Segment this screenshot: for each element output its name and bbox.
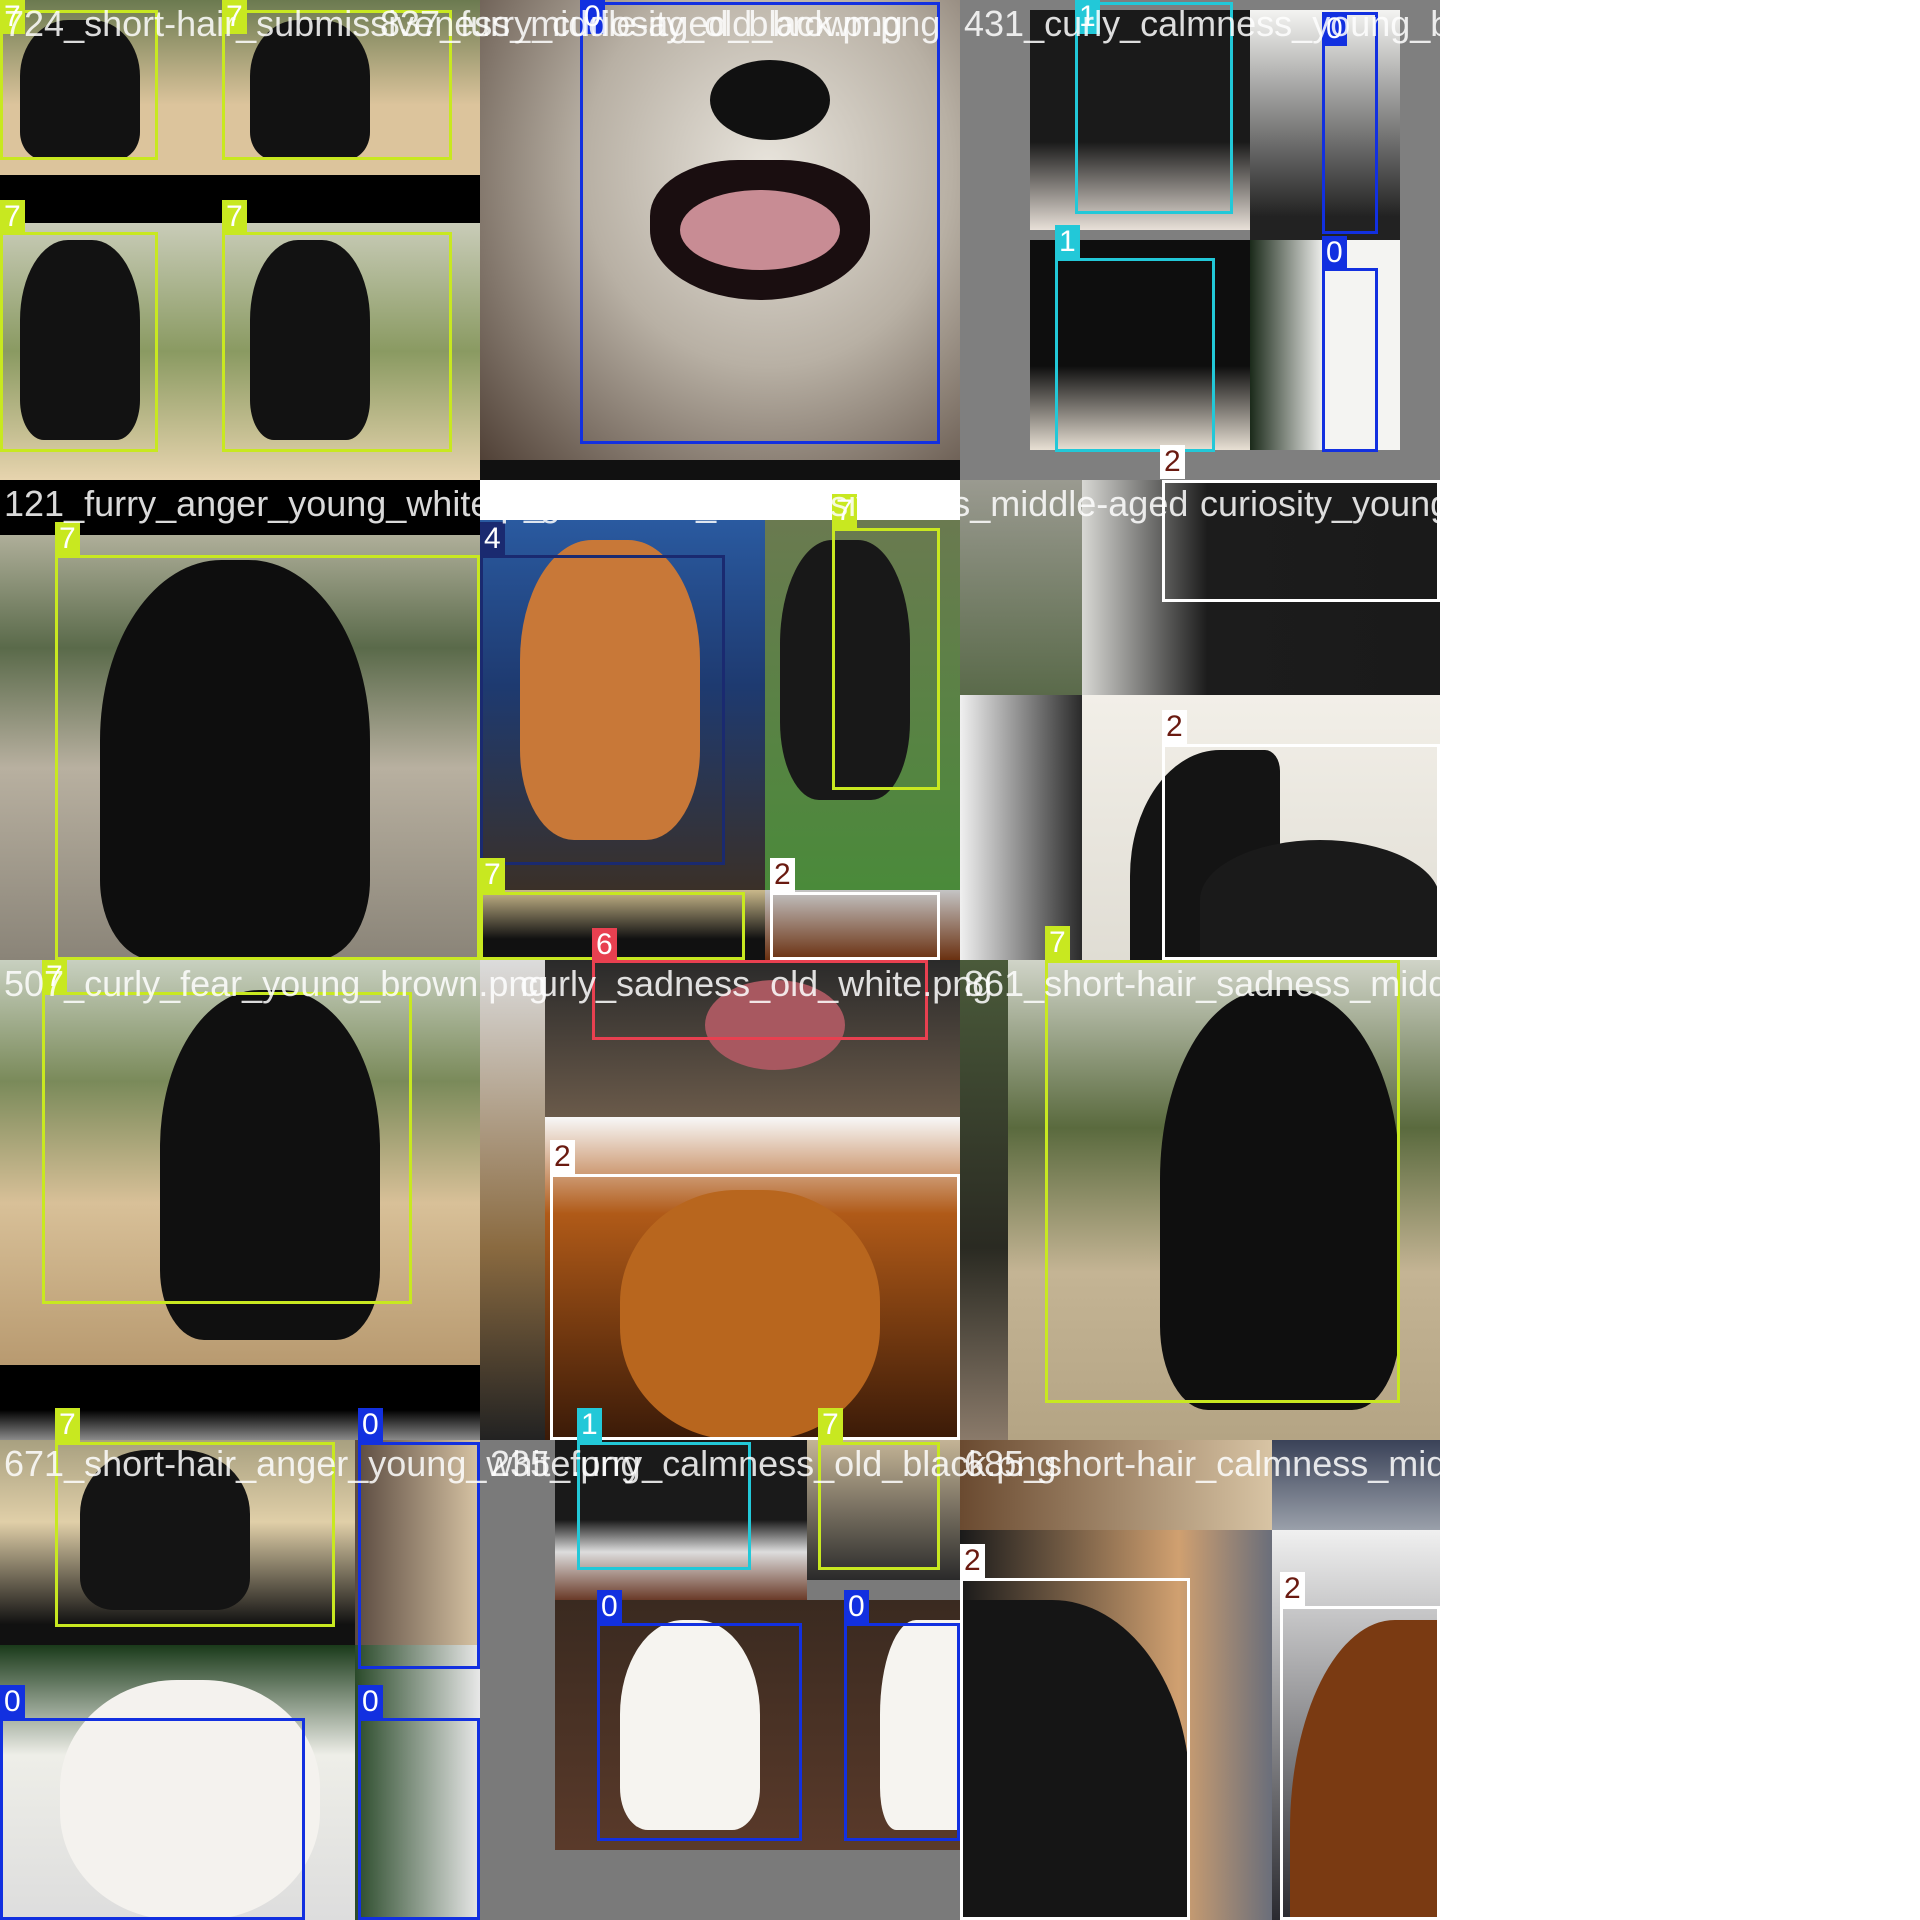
detection-box	[222, 10, 452, 160]
detection-box	[358, 1718, 480, 1920]
detection-label: 0	[0, 1685, 25, 1719]
detection-label: 6	[592, 928, 617, 962]
mosaic-tile-12: 2 2 685_short-hair_calmness_middle-aged_…	[960, 1440, 1670, 1920]
detection-label: 7	[818, 1408, 843, 1442]
detection-label: 2	[770, 858, 795, 892]
detection-box	[1045, 960, 1400, 1403]
detection-box	[770, 892, 940, 960]
detection-label: 2	[1160, 445, 1185, 479]
mosaic-tile-3: 1 0 1 0 2 431_curly_calmness_young_black…	[960, 0, 1584, 480]
detection-label: 7	[55, 1408, 80, 1442]
detection-label: 1	[1055, 225, 1080, 259]
detection-label: 0	[358, 1408, 383, 1442]
detection-label: 2	[960, 1544, 985, 1578]
detection-label: 7	[832, 494, 857, 528]
detection-box	[1055, 258, 1215, 452]
detection-box	[1280, 1606, 1440, 1920]
detection-box	[960, 1578, 1190, 1920]
detection-label: 7	[0, 0, 25, 34]
mosaic-tile-8: 6 2 curly_sadness_old_white.png	[480, 928, 992, 1440]
detection-label: 7	[42, 960, 67, 994]
detection-box	[55, 1442, 335, 1627]
detection-box	[818, 1442, 940, 1570]
detection-box	[42, 992, 412, 1304]
mosaic-tile-6: 2 curiosity_young_black.png	[960, 480, 1624, 960]
detection-box	[1322, 268, 1378, 452]
mosaic-tile-10: 7 0 0 0 671_short-hair_anger_young_white…	[0, 1408, 640, 1920]
detection-box	[580, 2, 940, 444]
detection-label: 0	[1322, 236, 1347, 270]
detection-label: 2	[1162, 710, 1187, 744]
detection-box	[55, 555, 480, 960]
detection-box	[0, 232, 158, 452]
detection-label: 7	[0, 200, 25, 234]
detection-label: 7	[480, 858, 505, 892]
detection-box	[597, 1623, 802, 1841]
detection-box	[844, 1623, 960, 1841]
mosaic-tile-11: 1 7 0 0 235_furry_calmness_old_black.png	[480, 1408, 1056, 1920]
detection-label: 1	[1075, 0, 1100, 34]
detection-box	[550, 1174, 960, 1440]
detection-label: 2	[1280, 1572, 1305, 1606]
detection-box	[480, 555, 725, 865]
detection-box	[358, 1442, 480, 1669]
detection-label: 0	[1322, 12, 1347, 46]
detection-label: 0	[597, 1590, 622, 1624]
detection-label: 1	[577, 1408, 602, 1442]
detection-label: 0	[358, 1685, 383, 1719]
detection-label: 7	[1045, 926, 1070, 960]
detection-label: 7	[222, 0, 247, 34]
detection-label: 0	[580, 0, 605, 34]
mosaic-tile-4: 7 121_furry_anger_young_white.png	[0, 480, 560, 960]
detection-label: 4	[480, 522, 505, 556]
detection-label: 7	[222, 200, 247, 234]
detection-box	[592, 960, 928, 1040]
detection-box	[0, 1718, 305, 1920]
detection-box	[1162, 480, 1440, 602]
mosaic-tile-9: 7 861_short-hair_sadness_middle-aged_whi…	[960, 926, 1672, 1440]
mosaic-tile-7: 7 507_curly_fear_young_brown.png	[0, 960, 548, 1440]
detection-label: 0	[844, 1590, 869, 1624]
detection-label: 2	[550, 1140, 575, 1174]
detection-box	[222, 232, 452, 452]
mosaic-tile-1: 7 7 7 7 724_short-hair_submissiveness_mi…	[0, 0, 903, 480]
detection-label: 7	[55, 522, 80, 556]
detection-box	[1162, 744, 1440, 960]
mosaic-tile-2: 0 837_furry_curiosity_old_brown.png	[380, 0, 960, 480]
mosaic-tile-5: 4 7 7 2 61_short-hair_submissiveness_mid…	[480, 480, 1188, 960]
detection-box	[577, 1442, 751, 1570]
detection-box	[832, 528, 940, 790]
